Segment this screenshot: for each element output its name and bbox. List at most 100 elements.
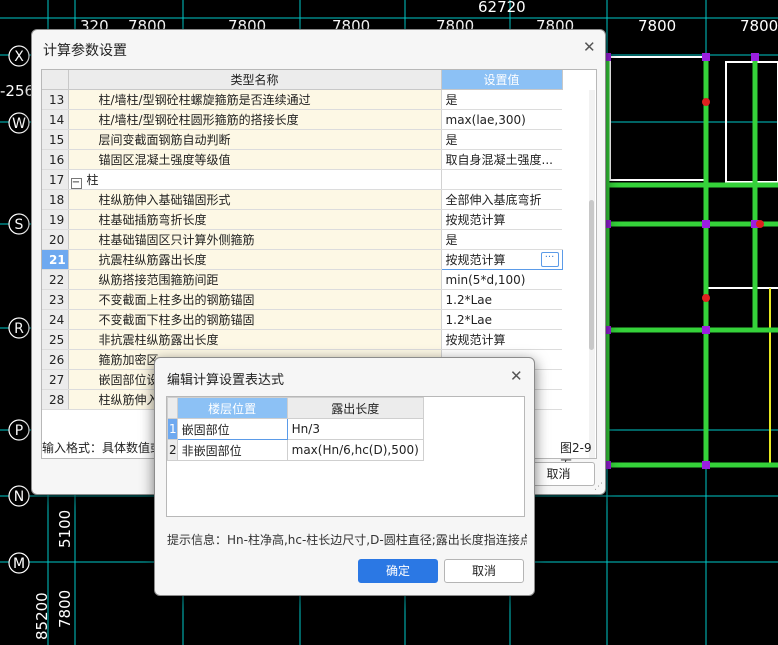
- param-value: min(5*d,100): [445, 272, 526, 287]
- param-name-cell[interactable]: 抗震柱纵筋露出长度: [68, 249, 442, 270]
- expression-hint: 提示信息：Hn-柱净高,hc-柱长边尺寸,D-圆柱直径;露出长度指连接点: [167, 533, 527, 547]
- param-value-cell[interactable]: 是: [441, 129, 562, 150]
- floor-position-cell[interactable]: 嵌固部位: [176, 418, 288, 440]
- row-number: 15: [42, 129, 69, 150]
- sub-dialog-title: 编辑计算设置表达式: [167, 373, 285, 388]
- grid-scrollbar-thumb[interactable]: [589, 200, 594, 350]
- param-name-cell[interactable]: 柱基础锚固区只计算外侧箍筋: [68, 229, 442, 250]
- sub-header-num: [167, 397, 178, 419]
- floor-position-cell[interactable]: 非嵌固部位: [176, 439, 288, 461]
- header-type-name[interactable]: 类型名称: [68, 70, 442, 90]
- param-value: 是: [445, 233, 458, 247]
- param-name-cell[interactable]: 纵筋搭接范围箍筋间距: [68, 269, 442, 290]
- param-value-cell[interactable]: 按规范计算: [441, 329, 562, 350]
- param-row[interactable]: 19 柱基础插筋弯折长度 按规范计算: [42, 209, 562, 230]
- row-number: 18: [42, 189, 69, 210]
- param-value-cell[interactable]: 1.2*Lae: [441, 289, 562, 310]
- param-name: 柱/墙柱/型钢砼柱螺旋箍筋是否连续通过: [98, 93, 311, 107]
- param-row[interactable]: 17− 柱: [42, 169, 562, 190]
- ellipsis-button[interactable]: ···: [540, 252, 559, 267]
- param-value: 是: [445, 93, 458, 107]
- row-number: 25: [42, 329, 69, 350]
- collapse-icon[interactable]: −: [70, 177, 82, 189]
- exposed-length-cell[interactable]: Hn/3: [286, 418, 424, 440]
- param-row[interactable]: 15 层间变截面钢筋自动判断 是: [42, 129, 562, 150]
- param-value-cell[interactable]: 全部伸入基底弯折: [441, 189, 562, 210]
- param-name-cell[interactable]: 不变截面下柱多出的钢筋锚固: [68, 309, 442, 330]
- param-name-cell[interactable]: 柱基础插筋弯折长度: [68, 209, 442, 230]
- param-value-cell[interactable]: 是: [441, 229, 562, 250]
- param-value-cell[interactable]: min(5*d,100): [441, 269, 562, 290]
- row-number: 26: [42, 349, 69, 370]
- param-name: 柱纵筋伸入: [98, 393, 159, 407]
- param-name-cell[interactable]: 层间变截面钢筋自动判断: [68, 129, 442, 150]
- param-name-cell[interactable]: 柱/墙柱/型钢砼柱圆形箍筋的搭接长度: [68, 109, 442, 130]
- dim-top-7: 7800: [740, 17, 778, 35]
- sub-cancel-button[interactable]: 取消: [444, 559, 524, 583]
- sub-close-icon[interactable]: ✕: [510, 367, 523, 385]
- header-num: [42, 70, 69, 90]
- header-floor-position[interactable]: 楼层位置: [176, 397, 288, 419]
- axis-label-x: X: [14, 49, 24, 65]
- ok-button[interactable]: 确定: [358, 559, 438, 583]
- param-row[interactable]: 20 柱基础锚固区只计算外侧箍筋 是: [42, 229, 562, 250]
- param-value: 取自身混凝土强度...: [445, 153, 553, 167]
- dim-bottom-1: 7800: [56, 590, 74, 628]
- param-name-cell[interactable]: 柱/墙柱/型钢砼柱螺旋箍筋是否连续通过: [68, 89, 442, 110]
- param-name: 箍筋加密区: [98, 353, 159, 367]
- axis-label-n: N: [14, 489, 24, 505]
- row-number: 24: [42, 309, 69, 330]
- param-value-cell[interactable]: 按规范计算 ···: [440, 249, 563, 270]
- param-name: 柱基础插筋弯折长度: [98, 213, 207, 227]
- param-name-cell[interactable]: 不变截面上柱多出的钢筋锚固: [68, 289, 442, 310]
- param-row[interactable]: 18 柱纵筋伸入基础锚固形式 全部伸入基底弯折: [42, 189, 562, 210]
- column-10: [702, 461, 710, 469]
- param-value: 1.2*Lae: [445, 312, 493, 327]
- dim-left-value: -256: [0, 82, 34, 100]
- param-value-cell[interactable]: 是: [441, 89, 562, 110]
- param-name-cell[interactable]: 柱纵筋伸入基础锚固形式: [68, 189, 442, 210]
- param-name: 抗震柱纵筋露出长度: [98, 253, 207, 267]
- column-5: [702, 220, 710, 228]
- param-value-cell[interactable]: max(lae,300): [441, 109, 562, 130]
- param-row[interactable]: 13 柱/墙柱/型钢砼柱螺旋箍筋是否连续通过 是: [42, 89, 562, 110]
- column-2: [702, 53, 710, 61]
- expression-row[interactable]: 2 非嵌固部位 max(Hn/6,hc(D),500): [167, 439, 424, 461]
- param-name: 非抗震柱纵筋露出长度: [98, 333, 219, 347]
- param-row[interactable]: 24 不变截面下柱多出的钢筋锚固 1.2*Lae: [42, 309, 562, 330]
- row-number: 13: [42, 89, 69, 110]
- param-name: 不变截面上柱多出的钢筋锚固: [98, 293, 255, 307]
- param-value-cell[interactable]: 取自身混凝土强度...: [441, 149, 562, 170]
- exposed-length-cell[interactable]: max(Hn/6,hc(D),500): [286, 439, 424, 461]
- param-row[interactable]: 21 抗震柱纵筋露出长度 按规范计算 ···: [42, 249, 563, 270]
- column-8: [702, 326, 710, 334]
- param-row[interactable]: 14 柱/墙柱/型钢砼柱圆形箍筋的搭接长度 max(lae,300): [42, 109, 562, 130]
- param-value-cell[interactable]: [441, 169, 562, 190]
- param-name: 不变截面下柱多出的钢筋锚固: [98, 313, 255, 327]
- axis-label-r: R: [14, 321, 24, 337]
- header-exposed-length[interactable]: 露出长度: [286, 397, 424, 419]
- param-name-cell[interactable]: 锚固区混凝土强度等级值: [68, 149, 442, 170]
- dim-top-6: 7800: [638, 17, 676, 35]
- param-row[interactable]: 22 纵筋搭接范围箍筋间距 min(5*d,100): [42, 269, 562, 290]
- header-setting-value[interactable]: 设置值: [441, 70, 563, 90]
- row-number: 23: [42, 289, 69, 310]
- param-name-cell[interactable]: 非抗震柱纵筋露出长度: [68, 329, 442, 350]
- expression-row[interactable]: 1 嵌固部位 Hn/3: [167, 418, 424, 440]
- param-row[interactable]: 25 非抗震柱纵筋露出长度 按规范计算: [42, 329, 562, 350]
- row-number: 1: [167, 418, 178, 440]
- param-value: 按规范计算: [445, 213, 506, 227]
- param-name: 纵筋搭接范围箍筋间距: [98, 273, 219, 287]
- resize-grip-icon[interactable]: ⋰: [594, 482, 603, 492]
- wall-outline-1: [609, 56, 707, 181]
- param-row[interactable]: 16 锚固区混凝土强度等级值 取自身混凝土强度...: [42, 149, 562, 170]
- param-value-cell[interactable]: 按规范计算: [441, 209, 562, 230]
- param-value-cell[interactable]: 1.2*Lae: [441, 309, 562, 330]
- param-row[interactable]: 23 不变截面上柱多出的钢筋锚固 1.2*Lae: [42, 289, 562, 310]
- param-name: 柱纵筋伸入基础锚固形式: [98, 193, 231, 207]
- group-row-label[interactable]: − 柱: [68, 169, 442, 190]
- row-number: 21: [42, 249, 69, 270]
- rebar-marker-3: [702, 294, 710, 302]
- close-icon[interactable]: ✕: [583, 38, 596, 56]
- row-number: 27: [42, 369, 69, 390]
